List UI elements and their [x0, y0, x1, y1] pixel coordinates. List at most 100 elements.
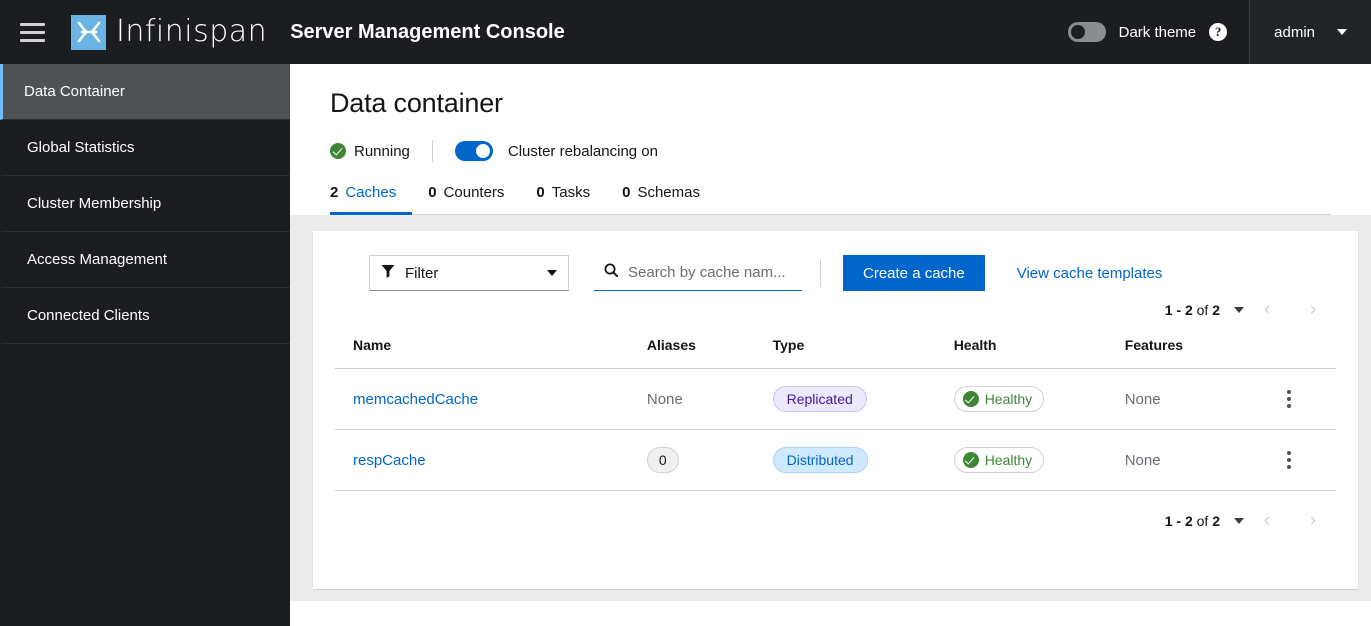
- pagination-perpage-caret-down-icon[interactable]: [1234, 307, 1244, 313]
- kebab-menu-icon[interactable]: [1276, 390, 1302, 408]
- kebab-menu-icon[interactable]: [1276, 451, 1302, 469]
- pagination-total: 2: [1212, 513, 1220, 529]
- kebab-dot: [1286, 465, 1291, 469]
- search-icon: [604, 263, 619, 282]
- cache-name-link[interactable]: respCache: [353, 452, 426, 469]
- sidebar-item-data-container[interactable]: Data Container: [0, 64, 290, 120]
- hamburger-bar: [19, 22, 45, 26]
- sidebar-item-label: Global Statistics: [27, 139, 135, 156]
- page-title: Data container: [330, 88, 503, 118]
- view-cache-templates-link[interactable]: View cache templates: [1017, 265, 1163, 282]
- sidebar-item-connected-clients[interactable]: Connected Clients: [0, 288, 290, 344]
- tab-caches[interactable]: 2 Caches: [330, 184, 413, 215]
- pagination-bottom: 1 - 2 of 2 ‹ ›: [335, 491, 1336, 551]
- cell-health: Healthy: [953, 368, 1125, 430]
- health-badge: Healthy: [953, 386, 1045, 412]
- search-input[interactable]: [628, 264, 792, 281]
- running-status: Running: [330, 143, 410, 160]
- cell-features: None: [1124, 429, 1276, 491]
- caches-toolbar: Filter Create a cache View cache templat…: [335, 255, 1336, 291]
- funnel-icon: [381, 264, 395, 283]
- tab-count: 0: [622, 184, 631, 201]
- status-label: Running: [354, 142, 410, 160]
- kebab-dot: [1286, 390, 1291, 394]
- table-head: Name Aliases Type Health Features: [335, 329, 1336, 369]
- pagination-of: of: [1196, 513, 1209, 529]
- tab-label: Counters: [443, 184, 505, 201]
- sidebar: Data Container Global Statistics Cluster…: [0, 64, 290, 626]
- cell-name: memcachedCache: [335, 368, 647, 430]
- pagination-total: 2: [1212, 302, 1220, 318]
- user-menu[interactable]: admin: [1249, 0, 1371, 64]
- tab-label: Caches: [345, 184, 397, 201]
- hamburger-bar: [19, 30, 45, 34]
- tab-tasks[interactable]: 0 Tasks: [536, 184, 606, 215]
- cluster-rebalancing-toggle[interactable]: [454, 141, 493, 161]
- kebab-dot: [1286, 458, 1291, 462]
- search-box[interactable]: [594, 255, 802, 291]
- column-header-name: Name: [335, 329, 647, 369]
- pagination-summary: 1 - 2 of 2: [1165, 513, 1220, 529]
- pagination-prev-chevron-left-icon[interactable]: ‹: [1244, 504, 1290, 538]
- hamburger-bar: [19, 38, 45, 42]
- brand[interactable]: Infinispan: [71, 14, 268, 50]
- tab-label: Tasks: [551, 184, 591, 201]
- tab-counters[interactable]: 0 Counters: [428, 184, 520, 215]
- pagination-next-chevron-right-icon[interactable]: ›: [1290, 293, 1336, 327]
- pagination-perpage-caret-down-icon[interactable]: [1234, 518, 1244, 524]
- tab-schemas[interactable]: 0 Schemas: [622, 184, 716, 215]
- table-body: memcachedCache None Replicated Healthy N…: [335, 368, 1336, 491]
- column-header-health: Health: [953, 329, 1125, 369]
- user-name: admin: [1274, 23, 1315, 41]
- dark-theme-label: Dark theme: [1118, 23, 1197, 41]
- check-circle-icon: [962, 452, 979, 468]
- pagination-range: 1 - 2: [1164, 302, 1193, 318]
- cache-type-badge: Distributed: [772, 447, 868, 473]
- cluster-rebalancing-label: Cluster rebalancing on: [507, 142, 658, 160]
- sidebar-item-cluster-membership[interactable]: Cluster Membership: [0, 176, 290, 232]
- toggle-knob: [475, 144, 490, 158]
- table-header-row: Name Aliases Type Health Features: [335, 329, 1336, 369]
- check-circle-icon: [330, 143, 346, 159]
- sidebar-item-label: Cluster Membership: [27, 195, 162, 212]
- theme-group: Dark theme ?: [1067, 0, 1250, 64]
- help-circle-icon[interactable]: ?: [1209, 23, 1228, 41]
- health-label: Healthy: [984, 452, 1033, 468]
- sidebar-item-label: Connected Clients: [27, 307, 150, 324]
- cell-features: None: [1124, 368, 1276, 430]
- cache-name-link[interactable]: memcachedCache: [353, 391, 478, 408]
- content-area: Filter Create a cache View cache templat…: [290, 215, 1371, 601]
- caches-card: Filter Create a cache View cache templat…: [313, 231, 1358, 589]
- filter-dropdown[interactable]: Filter: [369, 255, 569, 291]
- toggle-knob: [1070, 25, 1085, 39]
- sidebar-item-access-management[interactable]: Access Management: [0, 232, 290, 288]
- pagination-prev-chevron-left-icon[interactable]: ‹: [1244, 293, 1290, 327]
- tab-count: 0: [536, 184, 545, 201]
- status-row: Running Cluster rebalancing on: [330, 138, 1331, 164]
- health-badge: Healthy: [953, 447, 1045, 473]
- hamburger-icon[interactable]: [0, 0, 64, 64]
- pagination-next-chevron-right-icon[interactable]: ›: [1290, 504, 1336, 538]
- cache-type-badge: Replicated: [772, 386, 867, 412]
- masthead-right: Dark theme ? admin: [1067, 0, 1371, 64]
- caret-down-icon: [547, 270, 557, 276]
- column-header-features: Features: [1124, 329, 1276, 369]
- create-cache-button[interactable]: Create a cache: [843, 255, 985, 291]
- tab-label: Schemas: [637, 184, 700, 201]
- health-label: Healthy: [984, 391, 1033, 407]
- sidebar-item-label: Access Management: [27, 251, 168, 268]
- dark-theme-toggle[interactable]: [1067, 22, 1106, 42]
- sidebar-item-global-statistics[interactable]: Global Statistics: [0, 120, 290, 176]
- caret-down-icon: [1337, 29, 1347, 35]
- aliases-count-badge: 0: [646, 447, 679, 473]
- table-row: respCache 0 Distributed Healthy None: [335, 429, 1336, 491]
- column-header-aliases: Aliases: [646, 329, 773, 369]
- masthead: Infinispan Server Management Console Dar…: [0, 0, 1371, 64]
- column-header-actions: [1275, 329, 1336, 369]
- tab-count: 2: [330, 184, 339, 201]
- brand-name: Infinispan: [116, 14, 268, 49]
- cell-aliases: None: [646, 368, 773, 430]
- cell-health: Healthy: [953, 429, 1125, 491]
- pagination-summary: 1 - 2 of 2: [1165, 302, 1220, 318]
- divider: [431, 140, 433, 162]
